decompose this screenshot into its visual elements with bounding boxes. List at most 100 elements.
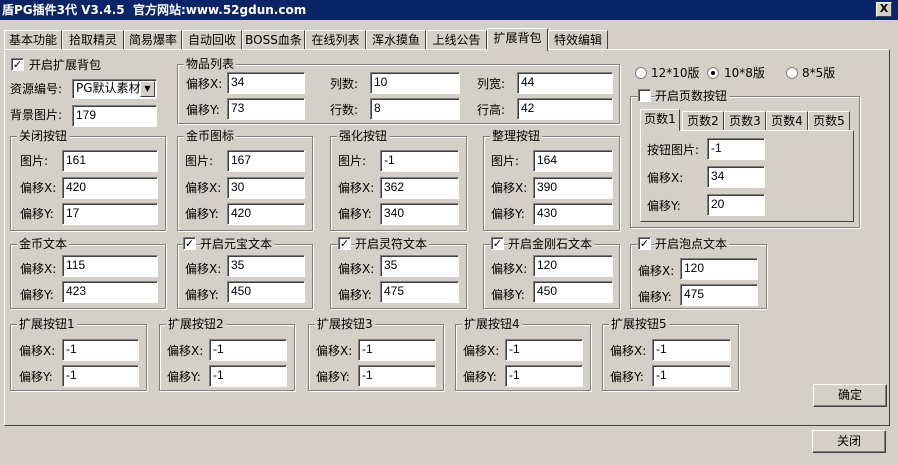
sort-x-input[interactable]: 390 [533, 177, 613, 199]
col-width-label: 列宽: [477, 77, 506, 91]
tab-boss-hp[interactable]: BOSS血条 [242, 30, 305, 50]
layout-radio-8x5[interactable] [786, 67, 798, 79]
bubble-x-input[interactable]: 120 [680, 258, 758, 280]
tab-online-list[interactable]: 在线列表 [305, 30, 366, 50]
tab-recycle[interactable]: 自动回收 [182, 30, 242, 50]
tab-ext-bag[interactable]: 扩展背包 [487, 28, 548, 51]
enhance-y-input[interactable]: 340 [380, 203, 459, 225]
ext2-x-input[interactable]: -1 [209, 339, 287, 361]
resource-select[interactable]: PG默认素材 ▼ [72, 79, 157, 99]
enhance-x-label: 偏移X: [338, 181, 375, 195]
tab-page-4[interactable]: 页数4 [766, 111, 808, 131]
ext-button-2-title: 扩展按钮2 [166, 316, 226, 332]
lingfu-y-input[interactable]: 475 [380, 281, 459, 303]
row-height-input[interactable]: 42 [517, 98, 613, 120]
diamond-x-input[interactable]: 120 [533, 255, 613, 277]
ext-button-5-title: 扩展按钮5 [609, 316, 669, 332]
yuanbao-checkbox[interactable]: ✓ [183, 237, 196, 250]
tab-pickup[interactable]: 拾取精灵 [62, 30, 124, 50]
ext-button-3-title: 扩展按钮3 [315, 316, 375, 332]
ext3-x-label: 偏移X: [316, 344, 353, 358]
lingfu-x-input[interactable]: 35 [380, 255, 459, 277]
diamond-x-label: 偏移X: [491, 262, 528, 276]
ext2-y-input[interactable]: -1 [209, 365, 287, 387]
confirm-button[interactable]: 确定 [813, 384, 887, 407]
tab-effects[interactable]: 特效编辑 [548, 30, 608, 50]
page-btn-y-input[interactable]: 20 [707, 194, 765, 216]
enable-bag-checkbox[interactable]: ✓ [11, 58, 24, 71]
bubble-checkbox[interactable]: ✓ [638, 237, 651, 250]
close-btn-y-input[interactable]: 17 [62, 203, 158, 225]
close-btn-x-input[interactable]: 420 [62, 177, 158, 199]
gold-x-input[interactable]: 30 [227, 177, 305, 199]
close-button[interactable]: 关闭 [812, 430, 886, 453]
bubble-y-label: 偏移Y: [638, 290, 672, 304]
page-buttons-label: 开启页数按钮 [655, 88, 730, 104]
tab-page-3[interactable]: 页数3 [724, 111, 766, 131]
ext4-y-input[interactable]: -1 [505, 365, 583, 387]
ext5-y-input[interactable]: -1 [652, 365, 731, 387]
gold-text-x-label: 偏移X: [20, 262, 57, 276]
ext2-y-label: 偏移Y: [167, 370, 201, 384]
enhance-x-input[interactable]: 362 [380, 177, 459, 199]
tab-page-5[interactable]: 页数5 [808, 111, 850, 131]
diamond-y-input[interactable]: 450 [533, 281, 613, 303]
ext1-y-input[interactable]: -1 [62, 365, 139, 387]
tab-page-1[interactable]: 页数1 [640, 109, 680, 131]
cols-label: 列数: [330, 77, 359, 91]
tab-page-2[interactable]: 页数2 [682, 111, 724, 131]
close-window-button[interactable]: X [876, 2, 892, 17]
diamond-checkbox[interactable]: ✓ [491, 237, 504, 250]
ext2-x-label: 偏移X: [167, 344, 204, 358]
tab-droprate[interactable]: 简易爆率 [124, 30, 182, 50]
gold-text-x-input[interactable]: 115 [62, 255, 158, 277]
yuanbao-x-input[interactable]: 35 [227, 255, 305, 277]
page-btn-img-input[interactable]: -1 [707, 138, 765, 160]
page-tab-bar: 页数1 页数2 页数3 页数4 页数5 [640, 109, 854, 131]
row-height-label: 行高: [477, 103, 506, 117]
window-title: 盾PG插件3代 V3.4.5 官方网站:www.52gdun.com [2, 3, 307, 17]
col-width-input[interactable]: 44 [517, 72, 613, 94]
ext3-y-input[interactable]: -1 [358, 365, 436, 387]
close-btn-img-input[interactable]: 161 [62, 150, 158, 172]
page-btn-x-input[interactable]: 34 [707, 166, 765, 188]
cols-input[interactable]: 10 [370, 72, 460, 94]
sort-x-label: 偏移X: [491, 181, 528, 195]
diamond-label: 开启金刚石文本 [508, 236, 595, 252]
item-offset-x-input[interactable]: 34 [227, 72, 305, 94]
ext4-x-input[interactable]: -1 [505, 339, 583, 361]
sort-group-title: 整理按钮 [490, 128, 543, 144]
enhance-img-input[interactable]: -1 [380, 150, 459, 172]
yuanbao-y-input[interactable]: 450 [227, 281, 305, 303]
gold-y-label: 偏移Y: [185, 207, 219, 221]
rows-input[interactable]: 8 [370, 98, 460, 120]
item-offset-y-input[interactable]: 73 [227, 98, 305, 120]
bg-image-label: 背景图片: [10, 108, 63, 122]
ext1-x-input[interactable]: -1 [62, 339, 139, 361]
tab-notice[interactable]: 上线公告 [426, 30, 487, 50]
gold-img-input[interactable]: 167 [227, 150, 305, 172]
ext3-x-input[interactable]: -1 [358, 339, 436, 361]
close-btn-x-label: 偏移X: [20, 181, 57, 195]
ext5-x-input[interactable]: -1 [652, 339, 731, 361]
gold-text-y-input[interactable]: 423 [62, 281, 158, 303]
tab-fishing[interactable]: 浑水摸鱼 [366, 30, 426, 50]
close-button-group-title: 关闭按钮 [17, 128, 70, 144]
ext1-x-label: 偏移X: [19, 344, 56, 358]
bg-image-input[interactable]: 179 [72, 105, 157, 127]
window-titlebar: 盾PG插件3代 V3.4.5 官方网站:www.52gdun.com X [0, 0, 898, 20]
tab-basic[interactable]: 基本功能 [4, 30, 62, 50]
page-buttons-checkbox[interactable] [638, 89, 651, 102]
sort-img-input[interactable]: 164 [533, 150, 613, 172]
enhance-group-title: 强化按钮 [337, 128, 390, 144]
sort-y-input[interactable]: 430 [533, 203, 613, 225]
ext3-y-label: 偏移Y: [316, 370, 350, 384]
gold-y-input[interactable]: 420 [227, 203, 305, 225]
item-list-title: 物品列表 [184, 56, 237, 72]
lingfu-checkbox[interactable]: ✓ [338, 237, 351, 250]
close-btn-y-label: 偏移Y: [20, 207, 54, 221]
bubble-y-input[interactable]: 475 [680, 284, 758, 306]
layout-radio-10x8[interactable] [707, 67, 719, 79]
page-btn-img-label: 按钮图片: [647, 143, 700, 157]
layout-radio-12x10[interactable] [635, 67, 647, 79]
